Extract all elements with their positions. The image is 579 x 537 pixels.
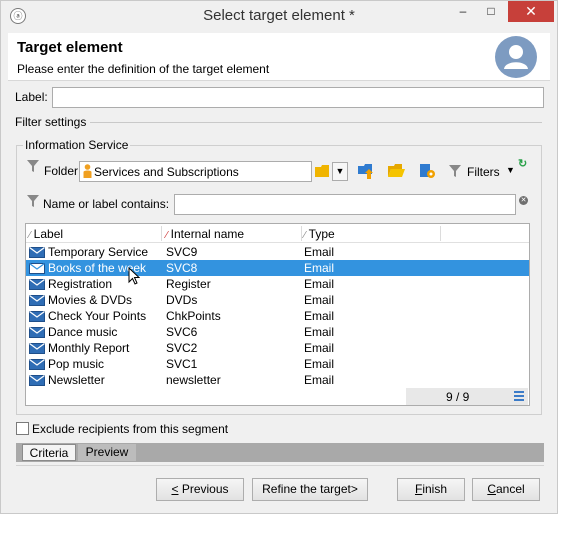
row-type: Email <box>304 309 335 323</box>
email-service-icon <box>29 359 45 370</box>
row-label: Temporary Service <box>48 245 149 259</box>
list-row[interactable]: Monthly Report SVC2 Email <box>26 340 529 356</box>
finish-button[interactable]: Finish <box>397 478 465 501</box>
folder-label: Folder: <box>44 164 82 178</box>
list-row[interactable]: Registration Register Email <box>26 276 529 292</box>
row-internal-name: SVC8 <box>166 261 198 275</box>
maximize-button[interactable]: □ <box>477 1 505 22</box>
filters-caret-icon[interactable]: ▼ <box>506 165 515 175</box>
row-internal-name: SVC9 <box>166 245 198 259</box>
list-header: ⁄ Label ⁄ Internal name ⁄ Type <box>26 224 529 243</box>
email-service-icon <box>29 247 45 258</box>
tab-criteria[interactable]: Criteria <box>22 444 76 461</box>
minimize-button[interactable]: – <box>449 1 477 22</box>
close-button[interactable]: ✕ <box>508 1 554 22</box>
cancel-button[interactable]: Cancel <box>472 478 540 501</box>
row-type: Email <box>304 293 335 307</box>
row-type: Email <box>304 357 335 371</box>
email-service-icon <box>29 263 45 274</box>
list-footer: 9 / 9 <box>406 388 528 405</box>
row-label: Dance music <box>48 325 118 339</box>
dialog-header: Target element Please enter the definiti… <box>8 33 550 81</box>
clear-icon[interactable]: ✕ <box>519 196 528 205</box>
column-header-label[interactable]: ⁄ Label <box>29 227 63 243</box>
row-type: Email <box>304 261 335 275</box>
header-subtitle: Please enter the definition of the targe… <box>17 62 270 76</box>
folder-up-icon[interactable] <box>357 163 375 179</box>
row-type: Email <box>304 325 335 339</box>
email-service-icon <box>29 343 45 354</box>
list-row[interactable]: Temporary Service SVC9 Email <box>26 244 529 260</box>
column-divider <box>440 226 441 241</box>
name-filter-funnel-icon <box>27 195 39 207</box>
list-row[interactable]: Dance music SVC6 Email <box>26 324 529 340</box>
column-header-internal-name[interactable]: ⁄ Internal name <box>166 227 244 243</box>
email-service-icon <box>29 375 45 386</box>
tabs-bar: Criteria Preview <box>16 443 544 462</box>
name-filter-label: Name or label contains: <box>43 197 170 211</box>
chevron-down-icon[interactable]: ▼ <box>332 162 348 181</box>
column-divider <box>161 226 162 241</box>
list-row[interactable]: Movies & DVDs DVDs Email <box>26 292 529 308</box>
row-label: Movies & DVDs <box>48 293 133 307</box>
email-service-icon <box>29 327 45 338</box>
header-title: Target element <box>17 39 123 56</box>
avatar-icon <box>495 36 537 78</box>
label-input[interactable] <box>52 87 544 108</box>
folder-selector[interactable]: Services and Subscriptions <box>79 161 312 182</box>
row-label: Newsletter <box>48 373 105 387</box>
list-row[interactable]: Books of the week SVC8 Email <box>26 260 529 276</box>
email-service-icon <box>29 279 45 290</box>
row-internal-name: Register <box>166 277 211 291</box>
service-list[interactable]: ⁄ Label ⁄ Internal name ⁄ Type Temporary Se… <box>25 223 530 406</box>
email-service-icon <box>29 311 45 322</box>
row-label: Pop music <box>48 357 105 371</box>
information-service-title: Information Service <box>23 138 131 152</box>
list-row[interactable]: Pop music SVC1 Email <box>26 356 529 372</box>
row-label: Registration <box>48 277 113 291</box>
column-divider <box>301 226 302 241</box>
label-field-label: Label: <box>15 90 48 104</box>
column-header-type[interactable]: ⁄ Type <box>304 227 335 243</box>
funnel-icon <box>27 160 39 172</box>
exclude-recipients-checkbox[interactable] <box>16 422 29 435</box>
list-row[interactable]: Newsletter newsletter Email <box>26 372 529 388</box>
previous-button[interactable]: < Previous <box>156 478 244 501</box>
row-internal-name: ChkPoints <box>166 309 221 323</box>
mouse-cursor-icon <box>128 267 140 285</box>
row-type: Email <box>304 277 335 291</box>
refine-target-button[interactable]: Refine the target> <box>252 478 368 501</box>
refresh-icon[interactable]: ↻ <box>518 157 527 170</box>
folder-settings-icon[interactable] <box>418 163 436 179</box>
row-internal-name: SVC6 <box>166 325 198 339</box>
tab-preview[interactable]: Preview <box>78 444 136 461</box>
row-label: Check Your Points <box>48 309 147 323</box>
row-type: Email <box>304 373 335 387</box>
list-menu-icon[interactable] <box>514 391 524 401</box>
row-internal-name: SVC2 <box>166 341 198 355</box>
row-type: Email <box>304 245 335 259</box>
row-internal-name: newsletter <box>166 373 221 387</box>
name-filter-input[interactable] <box>174 194 516 215</box>
row-type: Email <box>304 341 335 355</box>
folder-value: Services and Subscriptions <box>94 165 239 179</box>
footer-divider <box>16 465 544 466</box>
folder-icon[interactable] <box>314 163 332 179</box>
list-row[interactable]: Check Your Points ChkPoints Email <box>26 308 529 324</box>
row-internal-name: SVC1 <box>166 357 198 371</box>
exclude-recipients-label[interactable]: Exclude recipients from this segment <box>32 422 228 436</box>
filters-menu-label[interactable]: Filters <box>467 165 500 179</box>
filter-icon[interactable] <box>449 165 461 177</box>
title-bar: ⓐ Select target element * – □ ✕ <box>1 1 557 31</box>
filter-settings-heading: Filter settings <box>15 115 87 129</box>
record-count: 9 / 9 <box>446 390 470 404</box>
open-folder-icon[interactable] <box>387 163 405 179</box>
row-label: Monthly Report <box>48 341 130 355</box>
filter-settings-divider <box>90 122 542 123</box>
email-service-icon <box>29 295 45 306</box>
row-internal-name: DVDs <box>166 293 198 307</box>
person-icon <box>83 164 92 178</box>
